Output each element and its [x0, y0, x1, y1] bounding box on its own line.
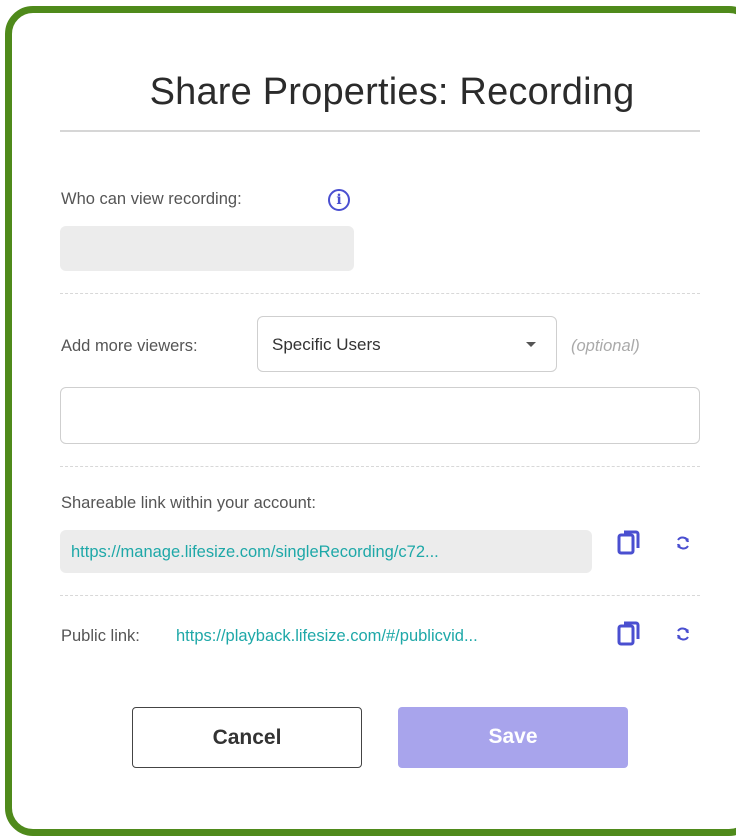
shareable-link-label: Shareable link within your account: [61, 494, 316, 512]
title-divider [60, 130, 700, 132]
viewer-access-field[interactable] [60, 226, 354, 271]
shareable-link-field[interactable]: https://manage.lifesize.com/singleRecord… [60, 530, 592, 573]
section-divider [60, 293, 700, 294]
optional-hint: (optional) [571, 337, 640, 355]
viewer-type-selected: Specific Users [272, 335, 381, 354]
info-icon[interactable]: i [328, 189, 350, 211]
copy-icon[interactable] [617, 620, 641, 648]
who-can-view-label: Who can view recording: [61, 190, 242, 208]
cancel-button[interactable]: Cancel [132, 707, 362, 768]
refresh-icon[interactable] [674, 622, 698, 650]
save-button[interactable]: Save [398, 707, 628, 768]
viewer-type-select[interactable]: Specific Users [257, 316, 557, 372]
section-divider [60, 466, 700, 467]
specific-users-input[interactable] [60, 387, 700, 444]
shareable-link[interactable]: https://manage.lifesize.com/singleRecord… [71, 543, 439, 562]
refresh-icon[interactable] [674, 531, 698, 559]
add-more-viewers-label: Add more viewers: [61, 337, 198, 355]
dialog-title: Share Properties: Recording [149, 71, 635, 113]
public-link-label: Public link: [61, 627, 140, 645]
page: Share Properties: Recording Who can view… [0, 0, 736, 836]
copy-icon[interactable] [617, 529, 641, 557]
chevron-down-icon [526, 342, 536, 347]
section-divider [60, 595, 700, 596]
public-link[interactable]: https://playback.lifesize.com/#/publicvi… [176, 627, 478, 646]
